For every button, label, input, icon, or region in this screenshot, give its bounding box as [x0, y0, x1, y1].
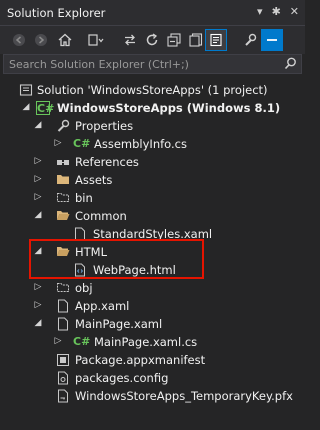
config-file-icon: [56, 371, 70, 385]
collapsed-arrow-icon[interactable]: ▷: [33, 282, 43, 292]
tree-item-obj[interactable]: ▷ obj: [0, 279, 305, 297]
tree-item-assemblyinfo[interactable]: ▷ C# AssemblyInfo.cs: [0, 135, 305, 153]
wrench-icon: [56, 119, 70, 133]
tree-item-label: Properties: [75, 119, 134, 133]
search-icon[interactable]: [284, 57, 297, 73]
collapsed-arrow-icon[interactable]: ▷: [33, 300, 43, 310]
tree-item-app-xaml[interactable]: ▷ App.xaml: [0, 297, 305, 315]
tree-item-label: Solution 'WindowsStoreApps' (1 project): [37, 83, 268, 97]
sync-icon[interactable]: [120, 30, 140, 50]
tree-item-package-manifest[interactable]: Package.appxmanifest: [0, 351, 305, 369]
tree-item-common[interactable]: ◢ Common: [0, 207, 305, 225]
collapsed-arrow-icon[interactable]: ▷: [53, 336, 63, 346]
tree-item-label: obj: [75, 281, 93, 295]
tree-item-label: bin: [75, 191, 93, 205]
folder-open-icon: [56, 209, 70, 223]
dropdown-icon[interactable]: ▾: [257, 5, 263, 18]
csharp-project-icon: C#: [36, 101, 55, 115]
tree-item-label: MainPage.xaml: [75, 317, 163, 331]
search-box[interactable]: Search Solution Explorer (Ctrl+;): [3, 54, 302, 74]
tree-item-label: Common: [75, 209, 127, 223]
expanded-arrow-icon[interactable]: ◢: [33, 210, 43, 220]
collapsed-arrow-icon[interactable]: ▷: [33, 174, 43, 184]
tree-item-assets[interactable]: ▷ Assets: [0, 171, 305, 189]
home-icon[interactable]: [55, 30, 75, 50]
forward-icon[interactable]: [31, 30, 51, 50]
expanded-arrow-icon[interactable]: ◢: [33, 318, 43, 328]
tree-item-packages-config[interactable]: packages.config: [0, 369, 305, 387]
title-controls: ▾ ✱ ✕: [257, 5, 299, 18]
key-file-icon: [56, 389, 70, 403]
xaml-file-icon: [56, 317, 70, 331]
pending-changes-icon[interactable]: [86, 30, 106, 50]
highlight-box: [29, 239, 204, 279]
close-icon[interactable]: ✕: [290, 5, 299, 18]
panel-title: Solution Explorer: [7, 6, 106, 20]
collapsed-arrow-icon[interactable]: ▷: [33, 192, 43, 202]
solution-icon: [19, 83, 33, 97]
pin-icon[interactable]: ✱: [272, 5, 281, 18]
csharp-file-icon: C#: [73, 335, 91, 348]
tree-item-properties[interactable]: ◢ Properties: [0, 117, 305, 135]
folder-outline-icon: [56, 281, 70, 295]
tree-item-label: App.xaml: [75, 299, 130, 313]
expanded-arrow-icon[interactable]: ◢: [33, 120, 43, 130]
collapse-all-icon[interactable]: [164, 30, 184, 50]
collapsed-arrow-icon[interactable]: ▷: [53, 138, 63, 148]
tree-item-mainpage-xaml[interactable]: ◢ MainPage.xaml: [0, 315, 305, 333]
toolbar: [0, 26, 305, 54]
preview-icon[interactable]: [261, 29, 283, 51]
tree-item-mainpage-cs[interactable]: ▷ C# MainPage.xaml.cs: [0, 333, 305, 351]
collapsed-arrow-icon[interactable]: ▷: [33, 156, 43, 166]
manifest-file-icon: [56, 353, 70, 367]
tree-item-label: AssemblyInfo.cs: [94, 137, 187, 151]
tree-item-label: WindowsStoreApps_TemporaryKey.pfx: [75, 389, 293, 403]
tree-item-temporary-key[interactable]: WindowsStoreApps_TemporaryKey.pfx: [0, 387, 305, 405]
references-icon: [56, 155, 70, 169]
tree-item-solution[interactable]: Solution 'WindowsStoreApps' (1 project): [0, 81, 305, 99]
xaml-file-icon: [56, 299, 70, 313]
tree-item-label: Package.appxmanifest: [75, 353, 206, 367]
preview-selected-items-icon[interactable]: [205, 29, 227, 51]
tree-item-label: Assets: [75, 173, 113, 187]
folder-outline-icon: [56, 191, 70, 205]
expanded-arrow-icon[interactable]: ◢: [21, 102, 31, 112]
properties-wrench-icon[interactable]: [240, 30, 260, 50]
tree-item-project[interactable]: ◢ C# WindowsStoreApps (Windows 8.1): [0, 99, 305, 117]
refresh-icon[interactable]: [142, 30, 162, 50]
back-icon[interactable]: [9, 30, 29, 50]
search-input[interactable]: Search Solution Explorer (Ctrl+;): [9, 58, 189, 71]
tree-item-label: MainPage.xaml.cs: [94, 335, 198, 349]
csharp-file-icon: C#: [73, 137, 91, 150]
tree-item-label: WindowsStoreApps (Windows 8.1): [57, 101, 281, 115]
tree-item-label: References: [75, 155, 139, 169]
tree-item-label: packages.config: [75, 371, 169, 385]
title-bar: Solution Explorer ▾ ✱ ✕: [0, 0, 305, 26]
folder-icon: [56, 173, 70, 187]
tree-item-references[interactable]: ▷ References: [0, 153, 305, 171]
tree-item-bin[interactable]: ▷ bin: [0, 189, 305, 207]
show-all-files-icon[interactable]: [186, 30, 206, 50]
